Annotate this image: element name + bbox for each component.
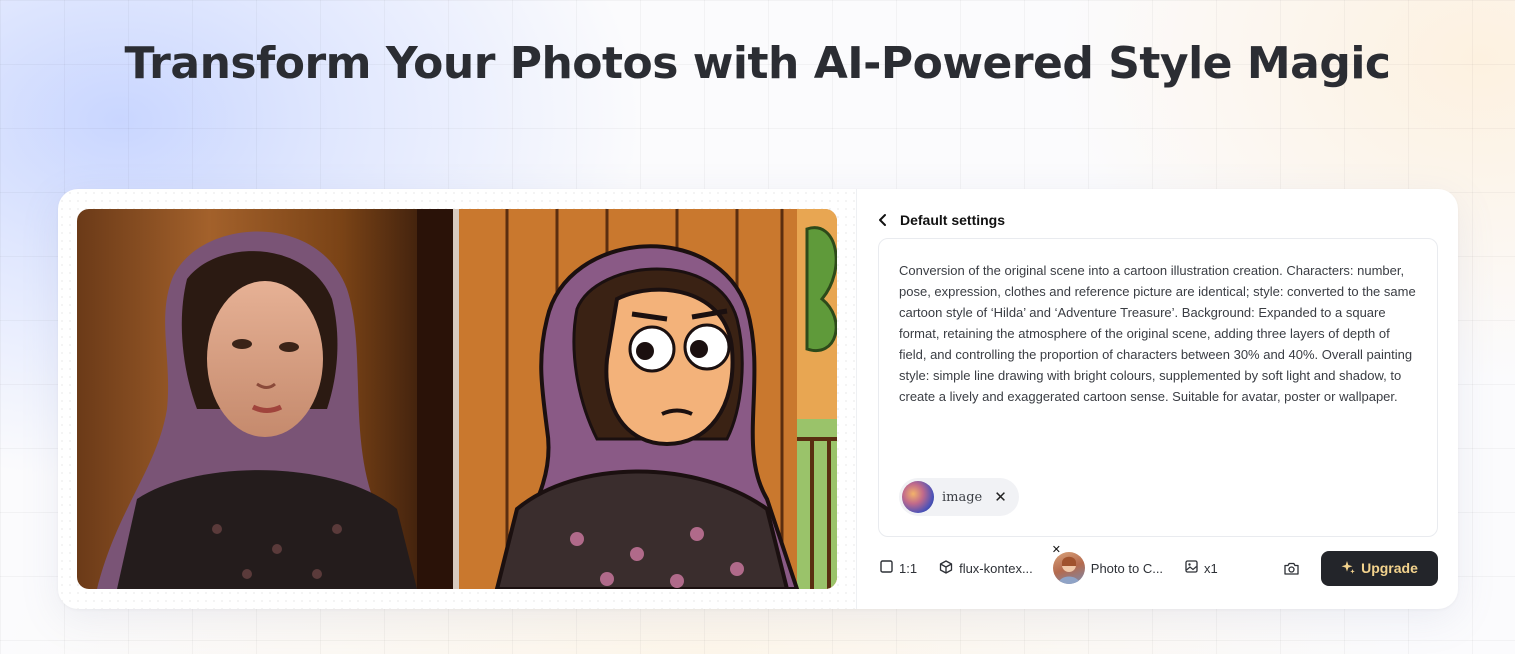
- settings-pane: Default settings Conversion of the origi…: [858, 189, 1458, 609]
- settings-title: Default settings: [900, 212, 1006, 228]
- sparkle-icon: [1341, 560, 1355, 577]
- prompt-text[interactable]: Conversion of the original scene into a …: [899, 260, 1419, 407]
- generation-toolbar: 1:1 flux-kontex... ✕ Photo to C... x1 Up…: [878, 544, 1438, 586]
- square-icon: [880, 560, 893, 576]
- style-selector[interactable]: ✕ Photo to C...: [1052, 544, 1164, 584]
- image-count-button[interactable]: x1: [1185, 560, 1218, 576]
- aspect-ratio-button[interactable]: 1:1: [880, 560, 917, 576]
- style-label: Photo to C...: [1090, 560, 1164, 576]
- aspect-ratio-label: 1:1: [899, 560, 918, 576]
- camera-icon[interactable]: [1277, 554, 1305, 582]
- cube-icon: [939, 559, 953, 577]
- attachment-label: image: [942, 489, 983, 505]
- before-after-image: [77, 209, 837, 589]
- image-count-label: x1: [1204, 560, 1218, 576]
- editor-card: Default settings Conversion of the origi…: [58, 189, 1458, 609]
- image-icon: [1185, 560, 1198, 576]
- attachment-thumbnail: [902, 481, 934, 513]
- upgrade-button[interactable]: Upgrade: [1321, 550, 1438, 586]
- style-avatar: [1052, 552, 1085, 584]
- upgrade-label: Upgrade: [1361, 560, 1418, 576]
- settings-header: Default settings: [876, 209, 1005, 231]
- remove-style-icon[interactable]: ✕: [1052, 543, 1061, 556]
- model-selector[interactable]: flux-kontex...: [939, 559, 1033, 577]
- prompt-textarea[interactable]: Conversion of the original scene into a …: [878, 238, 1438, 537]
- model-label: flux-kontex...: [959, 560, 1033, 576]
- page-title: Transform Your Photos with AI-Powered St…: [124, 38, 1391, 89]
- attachment-chip[interactable]: image ✕: [899, 478, 1019, 516]
- chevron-left-icon[interactable]: [876, 213, 890, 227]
- preview-pane: [58, 189, 857, 609]
- close-icon[interactable]: ✕: [994, 488, 1007, 506]
